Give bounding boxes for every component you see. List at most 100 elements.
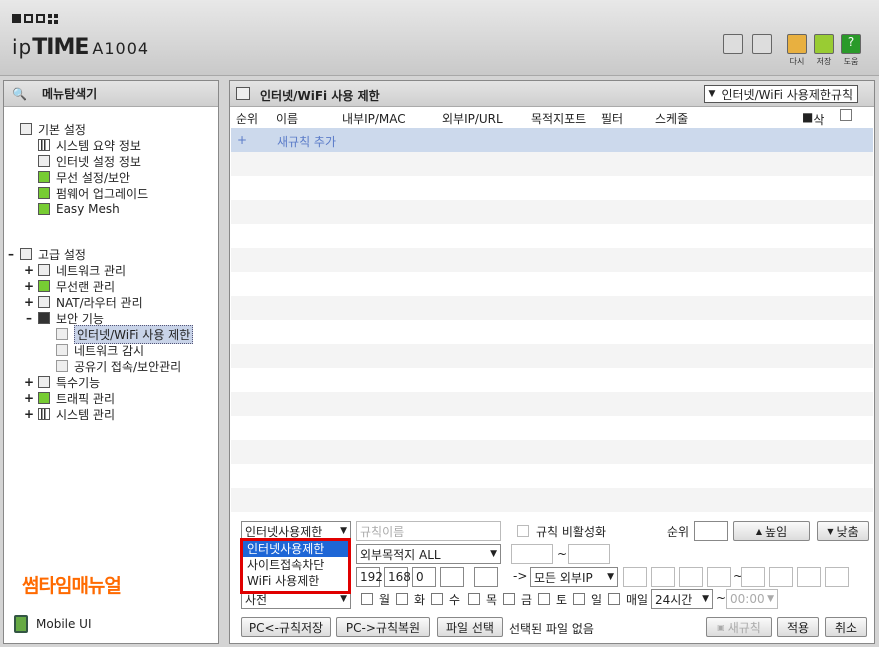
- save-rules-to-pc-button[interactable]: PC<-규칙저장: [241, 617, 331, 637]
- tree-wireless-security[interactable]: 무선 설정/보안: [38, 169, 130, 185]
- restore-rules-from-pc-button[interactable]: PC->규칙복원: [336, 617, 430, 637]
- day-checkbox-sat[interactable]: [538, 593, 550, 605]
- ext-ip-octet[interactable]: [651, 567, 675, 587]
- destination-select[interactable]: 외부목적지 ALL ▼: [356, 544, 501, 564]
- day-checkbox-sun[interactable]: [573, 593, 585, 605]
- apply-button[interactable]: 적용: [777, 617, 819, 637]
- select-all-checkbox[interactable]: [840, 109, 852, 121]
- tree-access-security[interactable]: 공유기 접속/보안관리: [56, 358, 181, 374]
- tree-internet-info[interactable]: 인터넷 설정 정보: [38, 153, 141, 169]
- ext-ip-octet[interactable]: [707, 567, 731, 587]
- collapse-icon[interactable]: –: [6, 247, 16, 261]
- rule-name-input[interactable]: 규칙이름: [356, 521, 501, 541]
- ip-octet-3[interactable]: 0: [412, 567, 436, 587]
- top-bar: ipTIME A1004 다시 저장 ? 도움: [0, 0, 879, 76]
- dropdown-option[interactable]: 인터넷사용제한: [243, 541, 348, 557]
- restore-button[interactable]: [787, 34, 807, 54]
- expand-icon[interactable]: +: [24, 375, 34, 389]
- day-checkbox-tue[interactable]: [396, 593, 408, 605]
- dropdown-option[interactable]: WiFi 사용제한: [243, 573, 348, 589]
- tree-traffic-mgmt[interactable]: + 트래픽 관리: [24, 390, 115, 406]
- external-ip-select[interactable]: 모든 외부IP ▼: [530, 567, 618, 587]
- square-filled-icon: [12, 14, 21, 23]
- mobile-ui-link[interactable]: Mobile UI: [14, 615, 92, 633]
- expand-icon[interactable]: +: [24, 391, 34, 405]
- table-header: 순위 이름 내부IP/MAC 외부IP/URL 목적지포트 필터 스케줄 ■삭제: [230, 109, 874, 144]
- watermark-text: 썸타임매뉴얼: [22, 575, 122, 597]
- chart-icon: [38, 408, 50, 420]
- expand-icon[interactable]: +: [24, 407, 34, 421]
- rule-list: + 새규칙 추가: [231, 128, 873, 512]
- rule-type-dropdown-list: 인터넷사용제한 사이트접속차단 WiFi 사용제한: [240, 538, 351, 594]
- raise-button[interactable]: ▲ 높임: [733, 521, 810, 541]
- tree-system-mgmt[interactable]: + 시스템 관리: [24, 406, 115, 422]
- grid-icon: [48, 14, 58, 24]
- rank-label: 순위: [667, 525, 690, 539]
- ext-ip-octet[interactable]: [679, 567, 703, 587]
- menu-explorer-header: 🔍 메뉴탐색기: [4, 81, 218, 107]
- menu-explorer: 🔍 메뉴탐색기 기본 설정 시스템 요약 정보 인터넷 설정 정보 무선 설정/…: [3, 80, 219, 644]
- mesh-icon: [38, 203, 50, 215]
- port-end-input[interactable]: [568, 544, 610, 564]
- ip-octet-2[interactable]: 168: [384, 567, 411, 587]
- rank-input[interactable]: [694, 521, 728, 541]
- brand-logo: ipTIME A1004: [12, 35, 150, 60]
- ext-ip-end-octet[interactable]: [769, 567, 793, 587]
- upgrade-icon: [38, 187, 50, 199]
- restore-label: 다시: [789, 57, 805, 66]
- tree-nat-router[interactable]: + NAT/라우터 관리: [24, 294, 143, 310]
- rule-type-select[interactable]: ▼ 인터넷/WiFi 사용제한규칙: [703, 85, 858, 103]
- tree-system-summary[interactable]: 시스템 요약 정보: [38, 137, 141, 153]
- expand-icon[interactable]: +: [24, 263, 34, 277]
- tree-advanced-settings[interactable]: – 고급 설정: [6, 246, 86, 262]
- square-outline-icon: [36, 14, 45, 23]
- ip-octet-4[interactable]: [440, 567, 464, 587]
- tree-special-functions[interactable]: + 특수기능: [24, 374, 100, 390]
- file-select-button[interactable]: 파일 선택: [437, 617, 503, 637]
- page-icon: [56, 360, 68, 372]
- page-icon: [56, 328, 68, 340]
- tree-basic-settings[interactable]: 기본 설정: [20, 121, 86, 137]
- tree-internet-wifi-limit[interactable]: 인터넷/WiFi 사용 제한: [56, 324, 194, 344]
- wifi-icon: [38, 171, 50, 183]
- save-label: 저장: [816, 57, 832, 66]
- tree-easy-mesh[interactable]: Easy Mesh: [38, 201, 120, 217]
- day-checkbox-fri[interactable]: [503, 593, 515, 605]
- ip-octet-1[interactable]: 192: [356, 567, 383, 587]
- home-icon[interactable]: [723, 34, 743, 54]
- time-end-select[interactable]: 00:00 ▼: [726, 589, 778, 609]
- dropdown-option[interactable]: 사이트접속차단: [243, 557, 348, 573]
- page-icon: [56, 344, 68, 356]
- cancel-button[interactable]: 취소: [825, 617, 867, 637]
- add-rule-row[interactable]: + 새규칙 추가: [231, 128, 873, 152]
- tree-wireless-mgmt[interactable]: + 무선랜 관리: [24, 278, 115, 294]
- time-start-select[interactable]: 24시간 ▼: [651, 589, 713, 609]
- collapse-icon[interactable]: –: [24, 311, 34, 325]
- ext-ip-octet[interactable]: [623, 567, 647, 587]
- folder-icon: [20, 123, 32, 135]
- day-checkbox-thu[interactable]: [468, 593, 480, 605]
- lock-icon: [38, 312, 50, 324]
- magnifier-icon: 🔍: [12, 86, 27, 101]
- window-icons: [12, 14, 58, 24]
- tree-network-monitor[interactable]: 네트워크 감시: [56, 342, 144, 358]
- help-button[interactable]: ?: [841, 34, 861, 54]
- new-rule-button[interactable]: ▣ 새규칙: [706, 617, 772, 637]
- day-checkbox-daily[interactable]: [608, 593, 620, 605]
- lower-button[interactable]: ▼ 낮춤: [817, 521, 869, 541]
- main-header: 인터넷/WiFi 사용 제한 ▼ 인터넷/WiFi 사용제한규칙: [230, 81, 874, 107]
- expand-icon[interactable]: +: [24, 295, 34, 309]
- disable-rule-checkbox[interactable]: [517, 525, 529, 537]
- port-start-input[interactable]: [511, 544, 553, 564]
- ip-end-octet[interactable]: [474, 567, 498, 587]
- day-checkbox-wed[interactable]: [431, 593, 443, 605]
- logout-icon[interactable]: [752, 34, 772, 54]
- expand-icon[interactable]: +: [24, 279, 34, 293]
- save-button[interactable]: [814, 34, 834, 54]
- tree-network-mgmt[interactable]: + 네트워크 관리: [24, 262, 126, 278]
- ext-ip-end-octet[interactable]: [825, 567, 849, 587]
- ext-ip-end-octet[interactable]: [741, 567, 765, 587]
- day-checkbox-mon[interactable]: [361, 593, 373, 605]
- ext-ip-end-octet[interactable]: [797, 567, 821, 587]
- tree-firmware-upgrade[interactable]: 펌웨어 업그레이드: [38, 185, 148, 201]
